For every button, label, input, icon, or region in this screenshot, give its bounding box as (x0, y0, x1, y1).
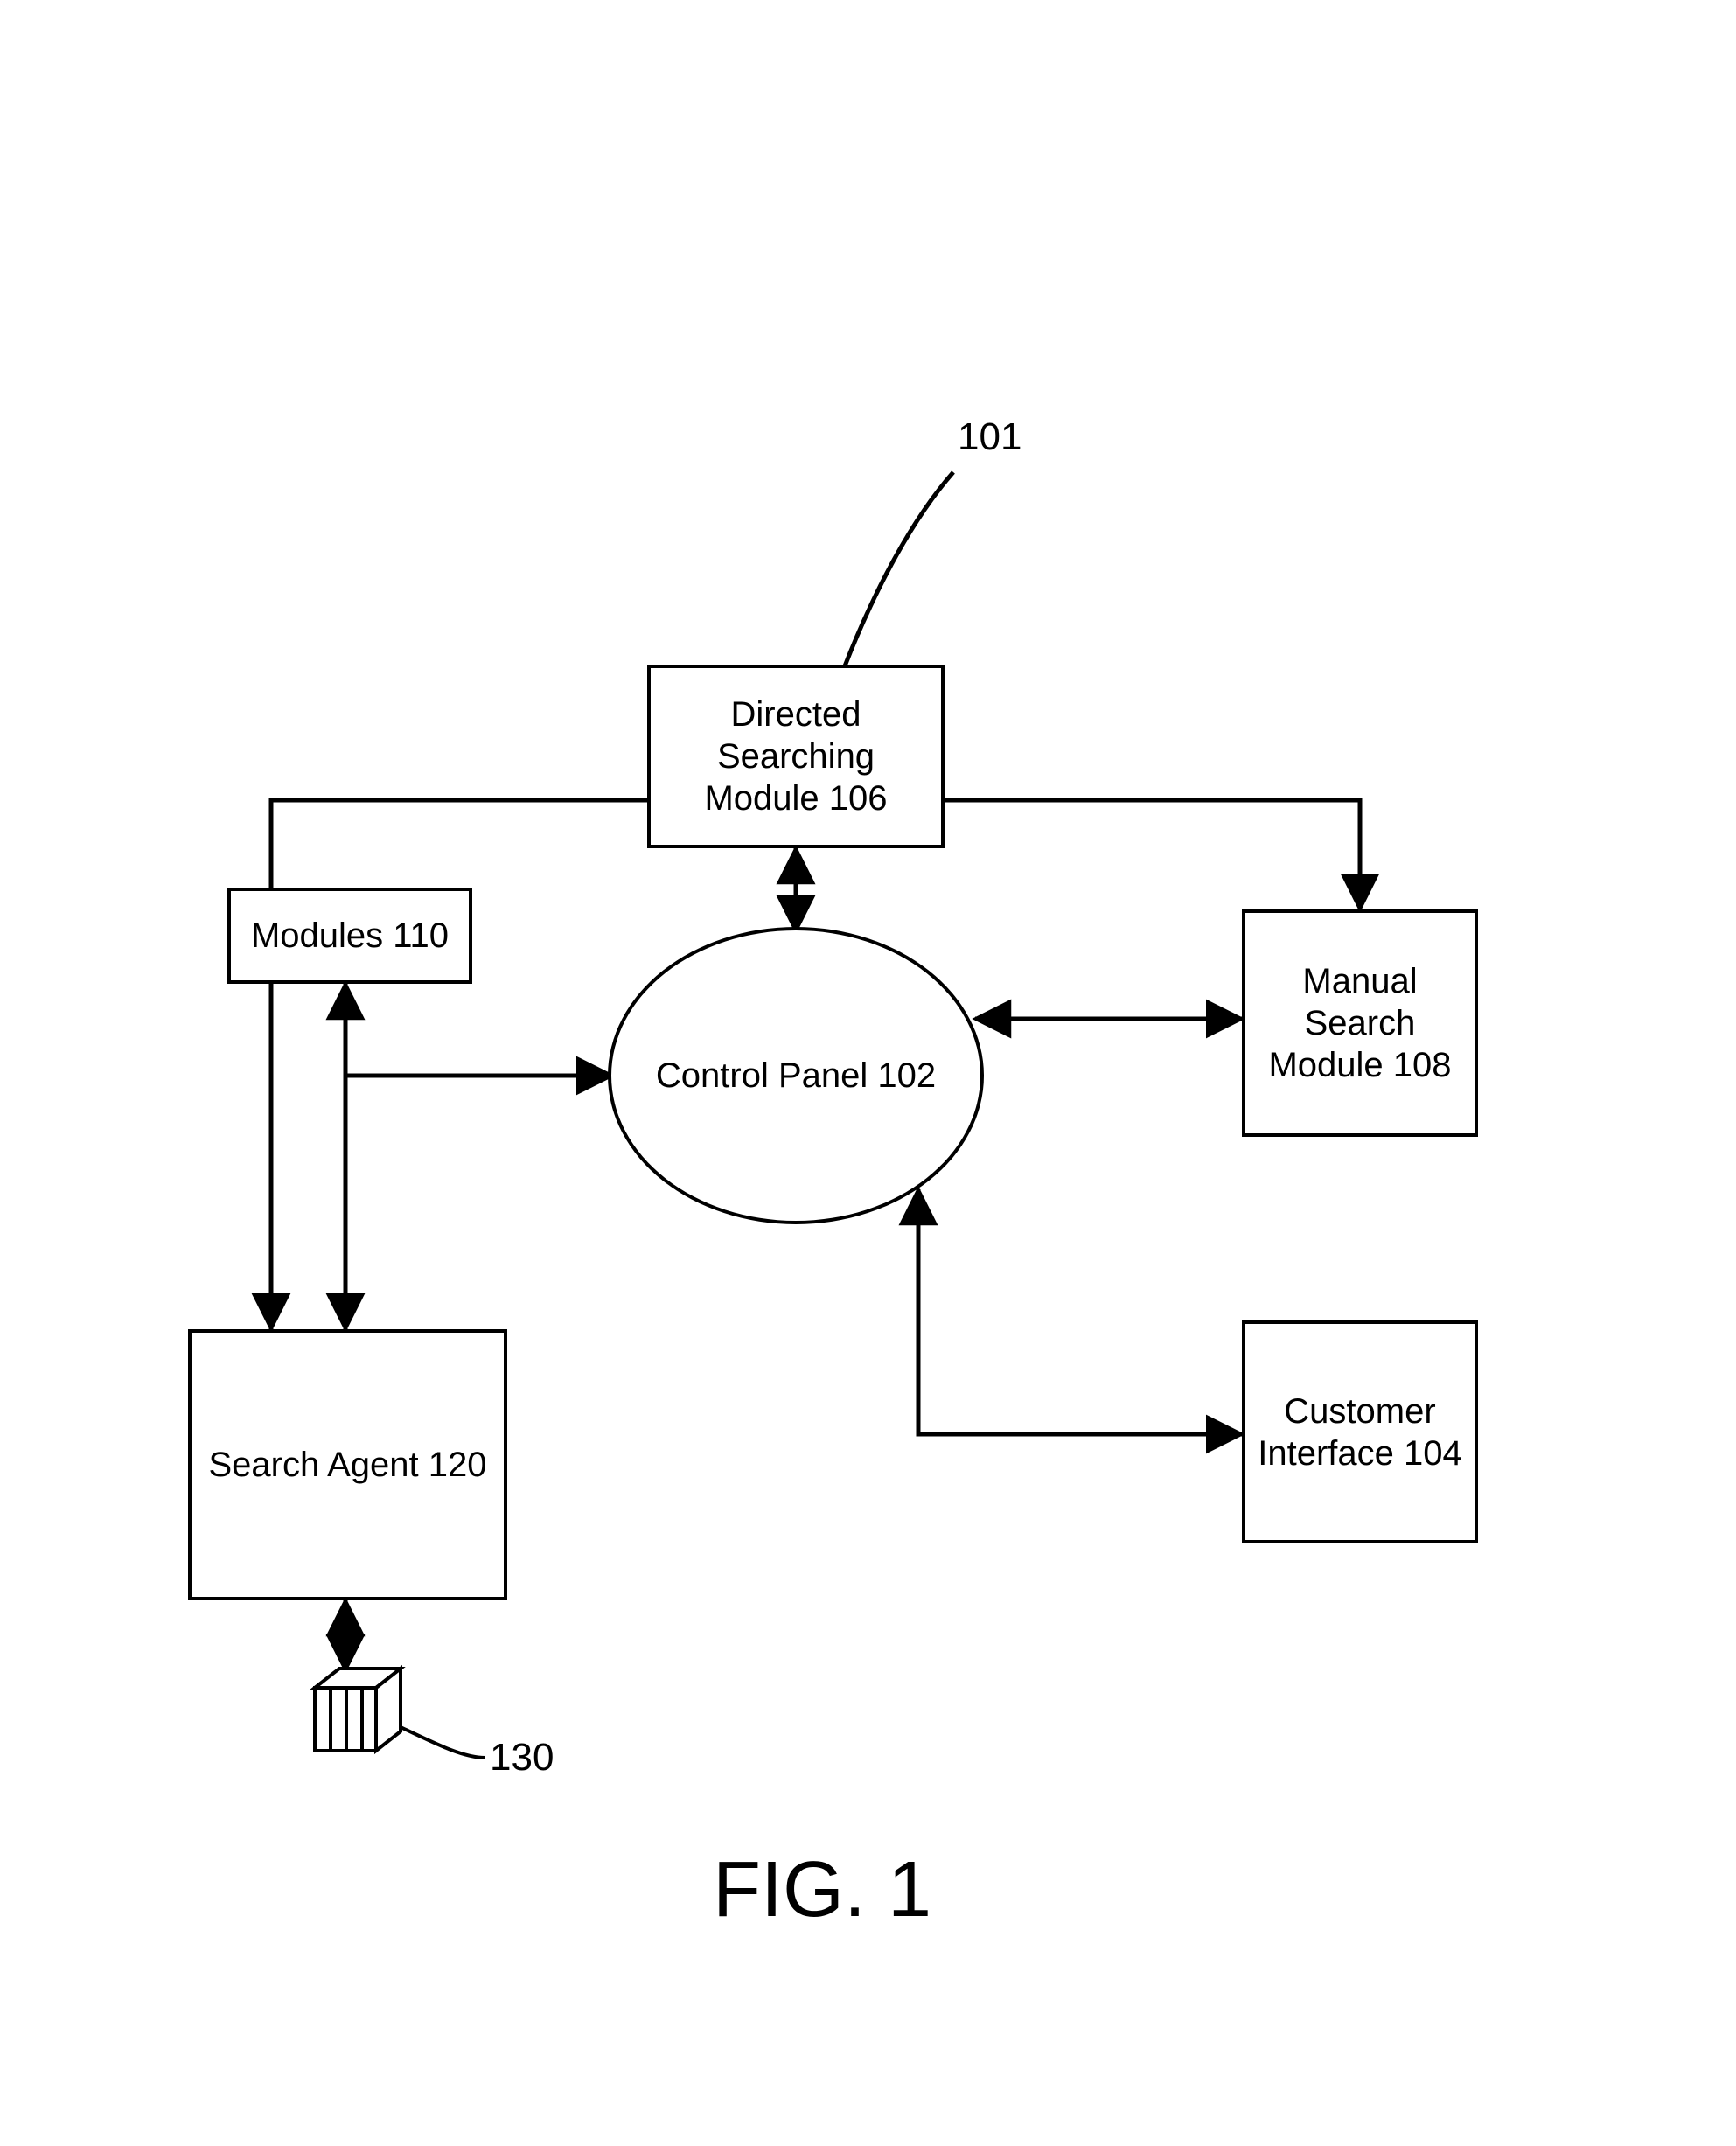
server-icon (315, 1669, 401, 1751)
customer-interface-label: Customer Interface 104 (1254, 1390, 1466, 1474)
search-agent-label: Search Agent 120 (208, 1444, 486, 1486)
server-ref-label: 130 (490, 1736, 554, 1780)
modules-box: Modules 110 (227, 888, 472, 984)
directed-searching-module-label: Directed Searching Module 106 (659, 693, 932, 819)
leader-130 (401, 1727, 485, 1758)
directed-searching-module-box: Directed Searching Module 106 (647, 665, 945, 848)
server-ref-text: 130 (490, 1736, 554, 1779)
manual-search-module-label: Manual Search Module 108 (1254, 960, 1466, 1086)
system-ref-text: 101 (958, 415, 1021, 458)
figure-label: FIG. 1 (713, 1845, 931, 1935)
edge-102-104 (918, 1189, 1242, 1434)
customer-interface-box: Customer Interface 104 (1242, 1320, 1478, 1543)
search-agent-box: Search Agent 120 (188, 1329, 507, 1600)
control-panel-label: Control Panel 102 (656, 1055, 936, 1097)
figure-label-text: FIG. 1 (713, 1846, 931, 1933)
modules-label: Modules 110 (251, 915, 449, 957)
control-panel-ellipse: Control Panel 102 (608, 927, 984, 1224)
system-ref-label: 101 (958, 415, 1021, 459)
manual-search-module-box: Manual Search Module 108 (1242, 909, 1478, 1137)
